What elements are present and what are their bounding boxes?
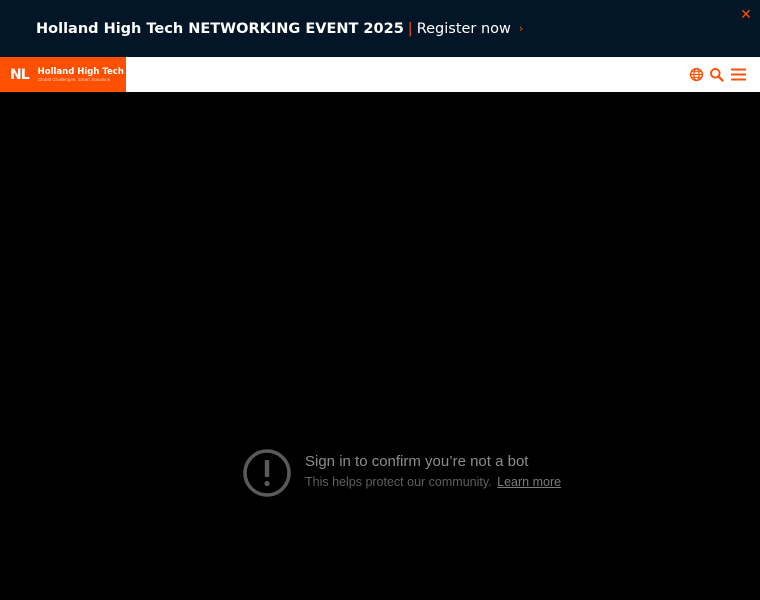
exclamation-circle-icon — [243, 449, 291, 497]
close-icon[interactable]: ✕ — [738, 6, 754, 22]
banner-title: Holland High Tech NETWORKING EVENT 2025 — [36, 21, 404, 37]
video-player[interactable]: Sign in to confirm you’re not a bot This… — [0, 92, 760, 600]
bot-check-title: Sign in to confirm you’re not a bot — [305, 453, 529, 470]
bot-check-subtitle-text: This helps protect our community. — [305, 475, 492, 489]
logo-tagline: Global Challenges, Smart Solutions — [37, 76, 111, 82]
banner-register-link[interactable]: Holland High Tech NETWORKING EVENT 2025 … — [36, 18, 523, 40]
banner-register-cta: Register now — [416, 21, 511, 37]
chevron-right-icon: › — [518, 21, 524, 35]
search-icon[interactable] — [709, 67, 724, 82]
site-header: NL Holland High Tech Global Challenges, … — [0, 57, 760, 92]
hamburger-menu-icon[interactable] — [731, 68, 746, 81]
logo-link[interactable]: NL Holland High Tech Global Challenges, … — [0, 57, 126, 92]
globe-icon[interactable] — [689, 67, 704, 82]
logo-name: Holland High Tech — [37, 66, 124, 77]
logo-text: Holland High Tech Global Challenges, Sma… — [38, 67, 124, 83]
bot-check-subtitle: This helps protect our community. Learn … — [305, 475, 561, 489]
learn-more-link[interactable]: Learn more — [497, 475, 561, 489]
banner-separator: | — [407, 21, 413, 37]
announcement-banner: Holland High Tech NETWORKING EVENT 2025 … — [0, 0, 760, 57]
logo-mark: NL — [10, 66, 30, 83]
